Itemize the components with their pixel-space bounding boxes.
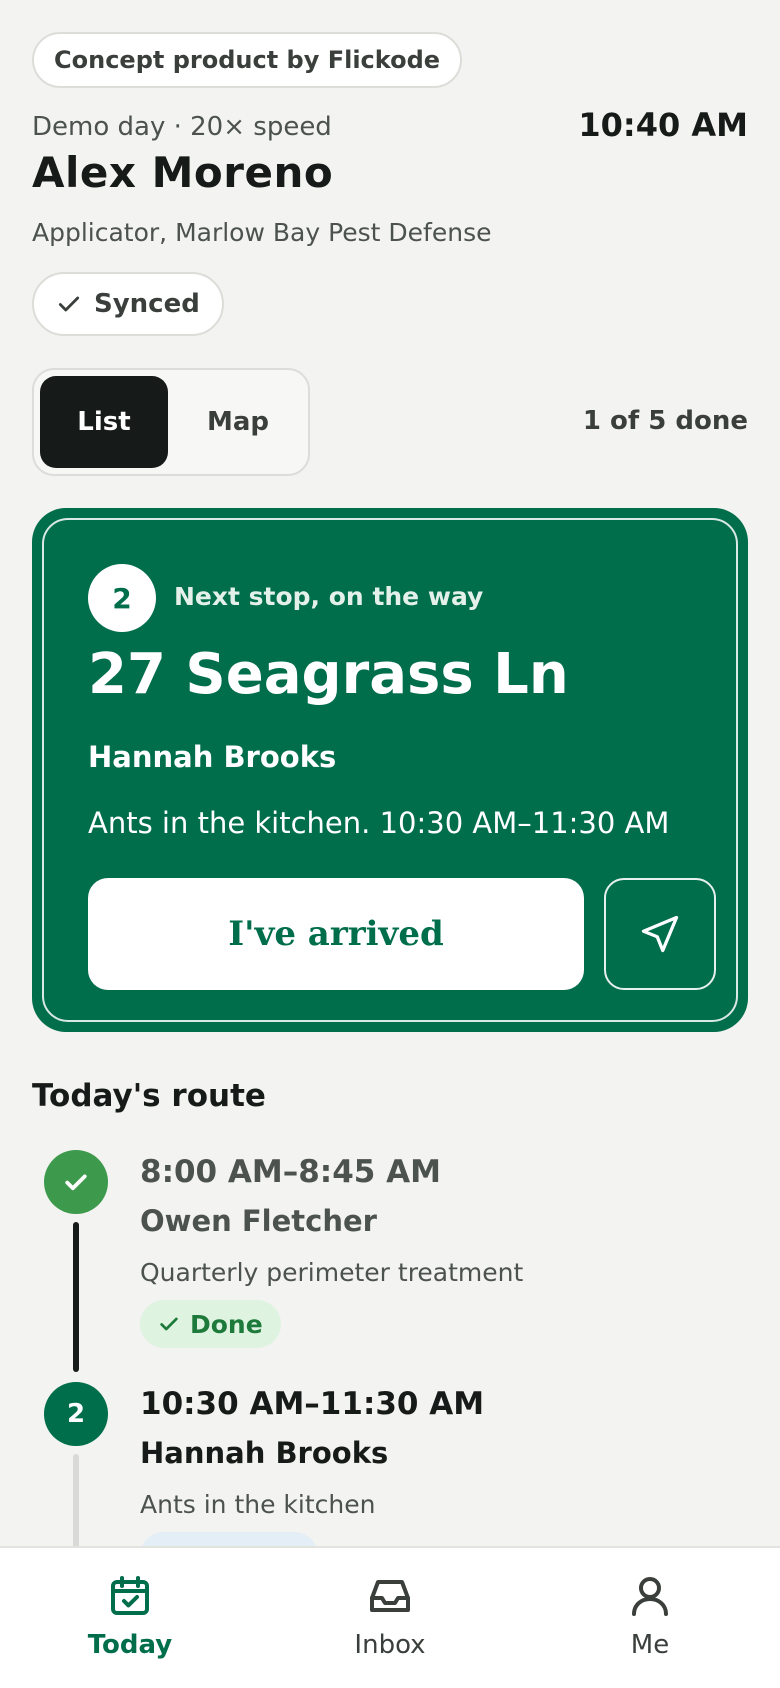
next-stop-customer: Hannah Brooks [88,740,337,774]
tab-label: Today [87,1630,173,1660]
stop-number-badge: 2 [88,564,156,632]
next-stop-details: Ants in the kitchen. 10:30 AM–11:30 AM [88,806,670,840]
bottom-tab-bar: Today Inbox Me [0,1546,780,1688]
user-name: Alex Moreno [32,148,334,197]
stop-number-marker: 2 [44,1382,108,1446]
stop-service: Ants in the kitchen [140,1490,376,1519]
sync-status-badge: Synced [32,272,224,336]
navigate-button[interactable] [604,878,716,990]
stop-service: Quarterly perimeter treatment [140,1258,524,1287]
navigation-arrow-icon [641,915,679,953]
arrived-button[interactable]: I've arrived [88,878,584,990]
progress-count: 1 of 5 done [582,406,748,436]
map-view-button[interactable]: Map [174,376,302,468]
check-icon [58,296,80,312]
status-label: Done [190,1309,263,1339]
done-status-chip: Done [140,1300,281,1348]
tab-label: Me [630,1630,670,1660]
person-icon [632,1577,668,1616]
inbox-tray-icon [370,1580,410,1612]
route-stop-1[interactable]: 8:00 AM–8:45 AM Owen Fletcher Quarterly … [32,1150,748,1372]
next-stop-card: 2 Next stop, on the way 27 Seagrass Ln H… [32,508,748,1032]
check-icon [65,1174,87,1191]
current-time: 10:40 AM [578,106,748,144]
demo-speed-label: Demo day · 20× speed [32,112,332,142]
next-stop-label: Next stop, on the way [174,582,484,611]
view-toggle: List Map [32,368,310,476]
route-stop-2[interactable]: 2 10:30 AM–11:30 AM Hannah Brooks Ants i… [32,1382,748,1580]
concept-label: Concept product by Flickode [32,32,463,88]
sync-status-label: Synced [94,289,200,319]
route-connector [73,1222,79,1372]
calendar-check-icon [111,1576,149,1615]
tab-me[interactable]: Me [520,1548,780,1688]
next-stop-card-border: 2 Next stop, on the way 27 Seagrass Ln H… [42,518,738,1022]
list-view-button[interactable]: List [40,376,168,468]
app-screen: Concept product by Flickode Demo day · 2… [0,0,780,1688]
stop-time: 8:00 AM–8:45 AM [140,1154,441,1190]
stop-time: 10:30 AM–11:30 AM [140,1386,485,1422]
route-heading: Today's route [32,1078,266,1114]
tab-label: Inbox [354,1630,426,1660]
user-role: Applicator, Marlow Bay Pest Defense [32,218,492,247]
tab-inbox[interactable]: Inbox [260,1548,520,1688]
check-icon [160,1317,178,1331]
stop-customer: Hannah Brooks [140,1436,389,1470]
next-stop-address: 27 Seagrass Ln [88,642,569,707]
stop-customer: Owen Fletcher [140,1204,377,1238]
stop-done-marker [44,1150,108,1214]
tab-today[interactable]: Today [0,1548,260,1688]
